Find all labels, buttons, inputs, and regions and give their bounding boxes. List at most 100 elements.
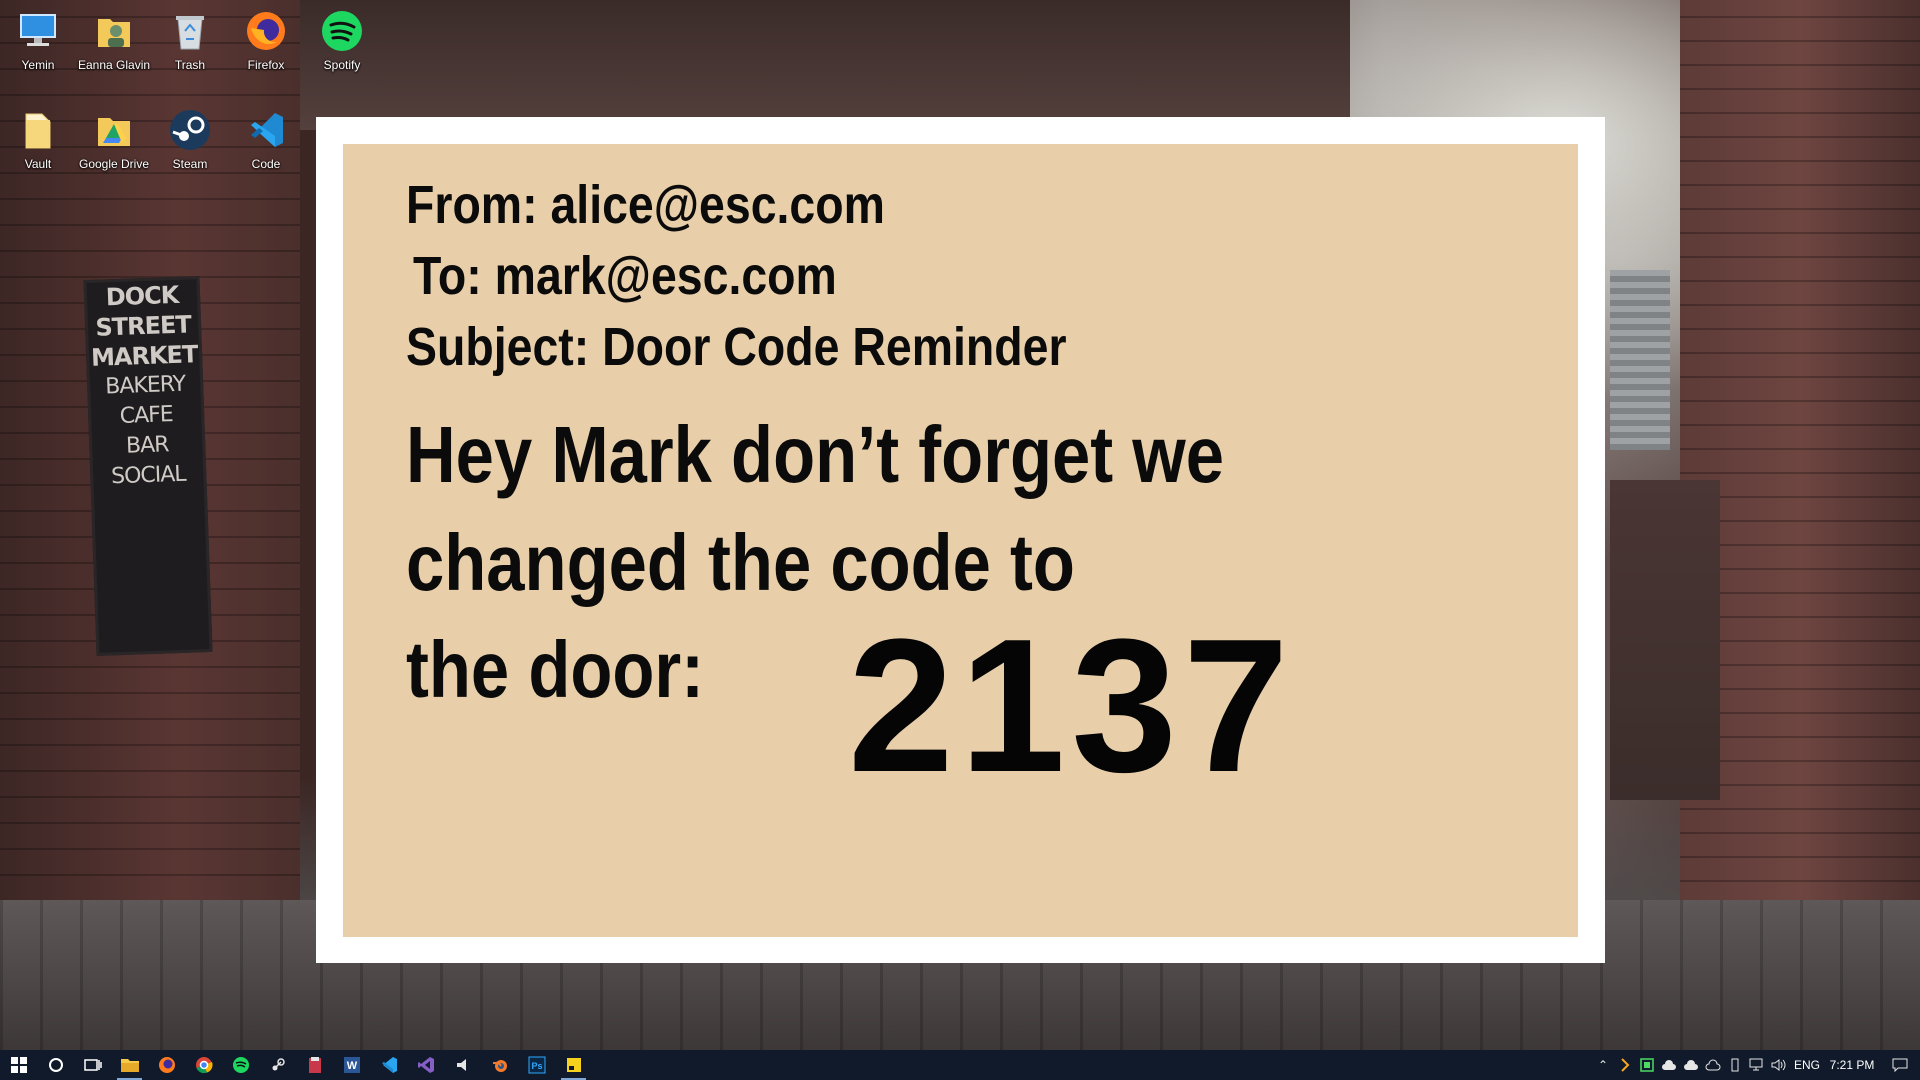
- task-view-icon: [83, 1059, 102, 1071]
- firefox-icon: [158, 1057, 175, 1073]
- spotify-icon: [319, 8, 365, 54]
- email-subject: Subject: Door Code Reminder: [406, 317, 1067, 377]
- sticky-notes-icon: [566, 1058, 581, 1072]
- wallpaper-tower: [1610, 270, 1670, 450]
- desktop-icon-label: Eanna Glavin: [78, 58, 151, 72]
- tray-cloud-1[interactable]: [1658, 1050, 1680, 1080]
- google-drive-icon: [91, 107, 137, 153]
- sign-line: CAFE: [119, 402, 174, 429]
- desktop-icon-label: Trash: [174, 58, 206, 72]
- taskbar-file-explorer[interactable]: [111, 1050, 148, 1080]
- desktop-icon-label: Yemin: [21, 58, 55, 72]
- computer-icon: [15, 8, 61, 54]
- vscode-icon: [381, 1057, 397, 1073]
- taskbar-blender[interactable]: [481, 1050, 518, 1080]
- taskbar-vscode[interactable]: [370, 1050, 407, 1080]
- taskbar-chrome[interactable]: [185, 1050, 222, 1080]
- taskbar-archive[interactable]: [296, 1050, 333, 1080]
- taskbar-visual-studio[interactable]: [407, 1050, 444, 1080]
- start-icon: [10, 1057, 27, 1073]
- desktop-icon-label: Code: [251, 157, 281, 171]
- desktop-icon-label: Steam: [172, 157, 208, 171]
- email-from: From: alice@esc.com: [406, 175, 885, 235]
- chevron-up-icon: ⌃: [1597, 1058, 1609, 1072]
- photoshop-icon: Ps: [528, 1056, 545, 1074]
- tray-volume[interactable]: [1768, 1050, 1790, 1080]
- sign-line: SOCIAL: [110, 461, 186, 490]
- tray-app-2[interactable]: [1636, 1050, 1658, 1080]
- svg-text:W: W: [346, 1060, 357, 1072]
- word-icon: W: [343, 1057, 360, 1073]
- taskbar-clock[interactable]: 7:21 PM: [1824, 1058, 1880, 1072]
- cloud-icon: [1705, 1059, 1721, 1071]
- spotify-icon: [232, 1057, 249, 1073]
- chrome-icon: [195, 1057, 213, 1074]
- tray-cloud-2[interactable]: [1680, 1050, 1702, 1080]
- sign-line: STREET: [94, 310, 192, 342]
- email-body-line-1: Hey Mark don’t forget we: [406, 410, 1225, 499]
- language-indicator[interactable]: ENG: [1790, 1058, 1824, 1072]
- visual-studio-icon: [417, 1057, 434, 1073]
- taskbar-firefox[interactable]: [148, 1050, 185, 1080]
- email-body-line-3: the door:: [406, 625, 705, 714]
- email-note: From: alice@esc.com To: mark@esc.com Sub…: [343, 144, 1578, 937]
- taskbar-photoshop[interactable]: Ps: [518, 1050, 555, 1080]
- action-center-button[interactable]: [1880, 1050, 1920, 1080]
- desktop-icon-label: Firefox: [247, 58, 285, 72]
- desktop-icon-label: Spotify: [323, 58, 361, 72]
- network-icon: [1749, 1058, 1763, 1071]
- desktop-icon-yemin[interactable]: Yemin: [2, 8, 74, 72]
- cloud-icon: [1662, 1060, 1676, 1070]
- taskbar-steam[interactable]: [259, 1050, 296, 1080]
- blender-icon: [492, 1060, 507, 1072]
- sign-line: DOCK: [105, 280, 179, 312]
- usb-icon: [1731, 1058, 1739, 1072]
- desktop-icon-google-drive[interactable]: Google Drive: [78, 107, 150, 171]
- taskbar-media[interactable]: [444, 1050, 481, 1080]
- sign-line: BAKERY: [104, 371, 186, 400]
- firefox-icon: [243, 8, 289, 54]
- tray-cloud-3[interactable]: [1702, 1050, 1724, 1080]
- tray-network[interactable]: [1746, 1050, 1768, 1080]
- desktop-icon-firefox[interactable]: Firefox: [230, 8, 302, 72]
- tray-usb[interactable]: [1724, 1050, 1746, 1080]
- wallpaper-building: [300, 0, 1350, 130]
- tray-green-app-icon: [1640, 1058, 1654, 1072]
- archive-icon: [308, 1057, 321, 1073]
- desktop-icon-steam[interactable]: Steam: [154, 107, 226, 171]
- svg-text:Ps: Ps: [531, 1061, 542, 1071]
- recycle-bin-icon: [167, 8, 213, 54]
- taskbar: W Ps ⌃ ENG 7:21 PM: [0, 1050, 1920, 1080]
- desktop-icon-trash[interactable]: Trash: [154, 8, 226, 72]
- tray-arrow-icon: [1621, 1058, 1630, 1072]
- email-body-line-2: changed the code to: [406, 518, 1075, 607]
- start-button[interactable]: [0, 1050, 37, 1080]
- show-hidden-icons-button[interactable]: ⌃: [1592, 1050, 1614, 1080]
- cloud-icon: [1684, 1060, 1698, 1070]
- taskbar-spotify[interactable]: [222, 1050, 259, 1080]
- email-to: To: mark@esc.com: [413, 246, 837, 306]
- door-code: 2137: [848, 600, 1295, 812]
- wallpaper-alley-building: [1610, 480, 1720, 800]
- desktop-icon-vault[interactable]: Vault: [2, 107, 74, 171]
- desktop-icon-eanna-glavin[interactable]: Eanna Glavin: [78, 8, 150, 72]
- taskbar-sticky-notes[interactable]: [555, 1050, 592, 1080]
- cortana-icon: [48, 1058, 63, 1072]
- taskbar-word[interactable]: W: [333, 1050, 370, 1080]
- desktop-icon-code[interactable]: Code: [230, 107, 302, 171]
- sign-line: BAR: [125, 432, 169, 459]
- media-icon: [456, 1059, 466, 1071]
- steam-icon: [167, 107, 213, 153]
- volume-icon: [1771, 1059, 1786, 1071]
- sign-line: MARKET: [90, 340, 198, 372]
- task-view-button[interactable]: [74, 1050, 111, 1080]
- desktop-icon-label: Vault: [24, 157, 52, 171]
- notification-icon: [1892, 1058, 1908, 1072]
- desktop-icon-label: Google Drive: [78, 157, 150, 171]
- tray-app-1[interactable]: [1614, 1050, 1636, 1080]
- folder-icon: [15, 107, 61, 153]
- wallpaper-market-sign: DOCK STREET MARKET BAKERY CAFE BAR SOCIA…: [83, 276, 213, 656]
- desktop-icon-spotify[interactable]: Spotify: [306, 8, 378, 72]
- file-explorer-icon: [120, 1059, 139, 1072]
- cortana-button[interactable]: [37, 1050, 74, 1080]
